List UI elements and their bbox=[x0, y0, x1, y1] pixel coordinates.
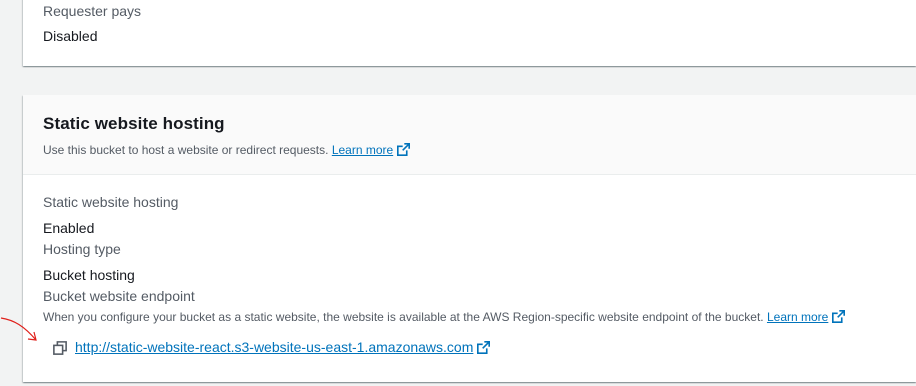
endpoint-url: http://static-website-react.s3-website-u… bbox=[75, 339, 474, 355]
hosting-status-value: Enabled bbox=[43, 220, 95, 236]
endpoint-url-link[interactable]: http://static-website-react.s3-website-u… bbox=[75, 339, 491, 357]
external-link-icon bbox=[477, 341, 491, 357]
panel-description-text: Use this bucket to host a website or red… bbox=[43, 143, 329, 157]
learn-more-link[interactable]: Learn more bbox=[331, 143, 411, 160]
endpoint-description: When you configure your bucket as a stat… bbox=[43, 309, 846, 327]
panel-description: Use this bucket to host a website or red… bbox=[43, 142, 896, 160]
requester-pays-panel: Requester pays Disabled bbox=[23, 0, 916, 66]
copy-icon[interactable] bbox=[50, 338, 70, 358]
external-link-icon bbox=[397, 143, 411, 160]
learn-more-label: Learn more bbox=[331, 143, 394, 157]
endpoint-description-text: When you configure your bucket as a stat… bbox=[43, 310, 764, 324]
endpoint-learn-more-link[interactable]: Learn more bbox=[766, 310, 846, 327]
hosting-type-label: Hosting type bbox=[43, 241, 121, 257]
endpoint-learn-more-label: Learn more bbox=[766, 310, 829, 324]
panel-title: Static website hosting bbox=[43, 114, 225, 133]
endpoint-label: Bucket website endpoint bbox=[43, 288, 195, 304]
external-link-icon bbox=[832, 310, 846, 327]
requester-pays-label: Requester pays bbox=[43, 3, 142, 19]
panel-header: Static website hosting Use this bucket t… bbox=[23, 95, 916, 175]
requester-pays-value: Disabled bbox=[43, 28, 98, 44]
hosting-status-label: Static website hosting bbox=[43, 194, 179, 210]
endpoint-row: http://static-website-react.s3-website-u… bbox=[50, 338, 491, 358]
static-website-hosting-panel: Static website hosting Use this bucket t… bbox=[23, 95, 916, 382]
annotation-arrow-icon bbox=[0, 317, 37, 341]
hosting-type-value: Bucket hosting bbox=[43, 267, 135, 283]
